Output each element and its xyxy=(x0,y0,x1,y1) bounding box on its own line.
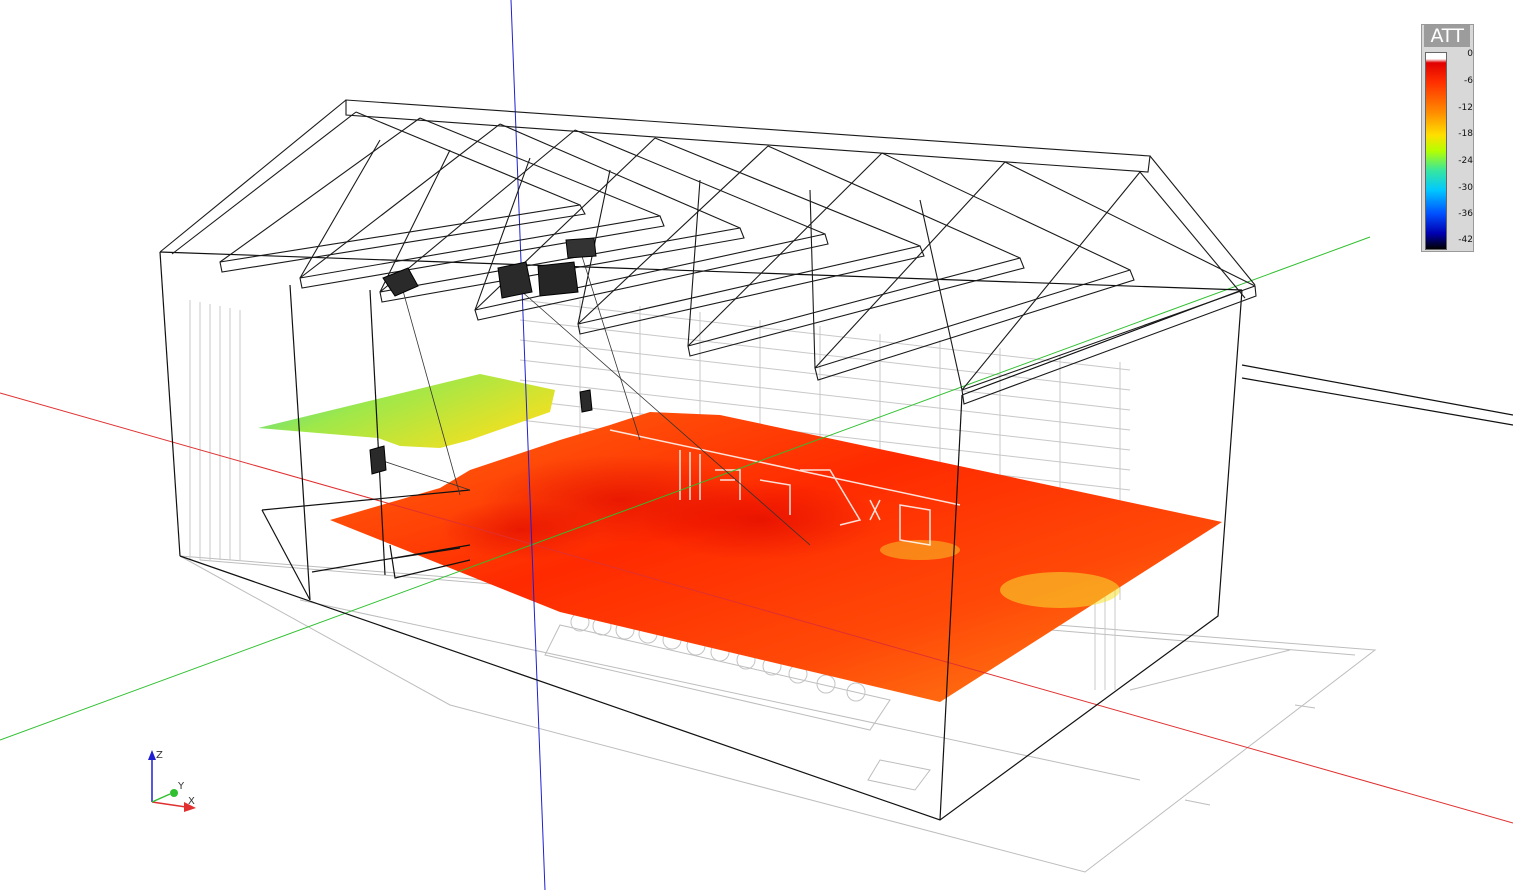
axis-triad: Z Y X xyxy=(148,750,196,812)
legend-tick: -30 xyxy=(1458,183,1473,193)
legend-tick: -42 xyxy=(1458,235,1473,245)
legend-color-bar xyxy=(1425,52,1447,250)
legend-tick: -18 xyxy=(1458,129,1473,139)
axis-x-label: X xyxy=(188,796,195,807)
legend-tick: -12 xyxy=(1458,103,1473,113)
legend-tick: -6 xyxy=(1464,76,1473,86)
3d-viewport[interactable] xyxy=(0,0,1513,890)
legend-title: ATT xyxy=(1424,25,1470,47)
legend-tick: 0 xyxy=(1467,49,1473,59)
legend-tick: -24 xyxy=(1458,156,1473,166)
balcony-attenuation-map xyxy=(258,374,555,448)
attenuation-legend: ATT 0 -6 -12 -18 -24 -30 -36 -42 xyxy=(1421,24,1474,252)
roof-trusses xyxy=(159,99,1257,405)
legend-tick: -36 xyxy=(1458,209,1473,219)
axis-z-label: Z xyxy=(156,750,163,761)
axis-y-label: Y xyxy=(177,781,185,792)
